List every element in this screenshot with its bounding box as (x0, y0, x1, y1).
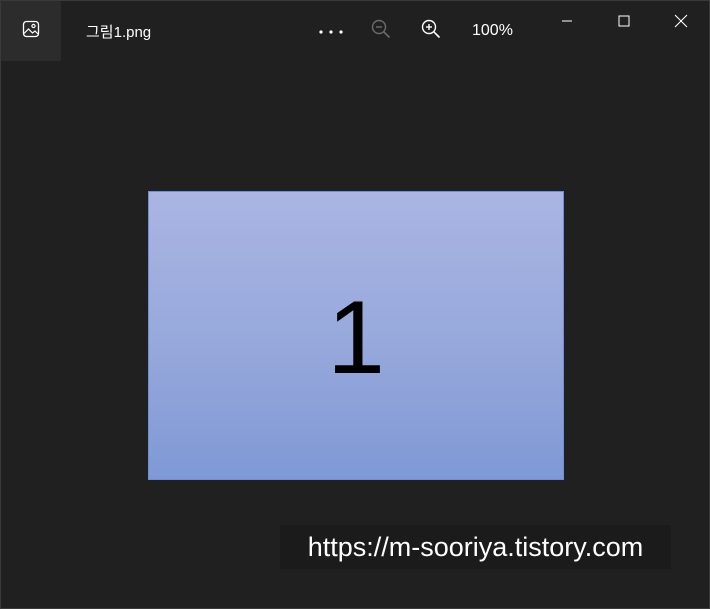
minimize-icon (561, 14, 573, 32)
file-name: 그림1.png (86, 23, 152, 41)
minimize-button[interactable] (538, 1, 595, 45)
zoom-in-button[interactable] (406, 1, 456, 61)
zoom-out-icon (371, 19, 391, 44)
ellipsis-icon (318, 22, 344, 40)
window-controls (538, 1, 709, 45)
maximize-button[interactable] (595, 1, 652, 45)
close-button[interactable] (652, 1, 709, 45)
displayed-image: 1 (148, 191, 564, 480)
photos-window: 그림1.png 100% 1 https://m-sooriya.tistory… (0, 0, 710, 609)
more-options-button[interactable] (306, 1, 356, 61)
zoom-level[interactable]: 100% (472, 22, 513, 40)
maximize-icon (618, 14, 630, 32)
toolbar: 100% (306, 1, 513, 61)
zoom-in-icon (421, 19, 441, 44)
photos-app-icon (22, 20, 40, 43)
zoom-out-button[interactable] (356, 1, 406, 61)
slide-number-text: 1 (327, 279, 385, 396)
close-icon (674, 14, 688, 33)
app-icon-button[interactable] (1, 1, 61, 61)
watermark-url: https://m-sooriya.tistory.com (280, 525, 671, 569)
